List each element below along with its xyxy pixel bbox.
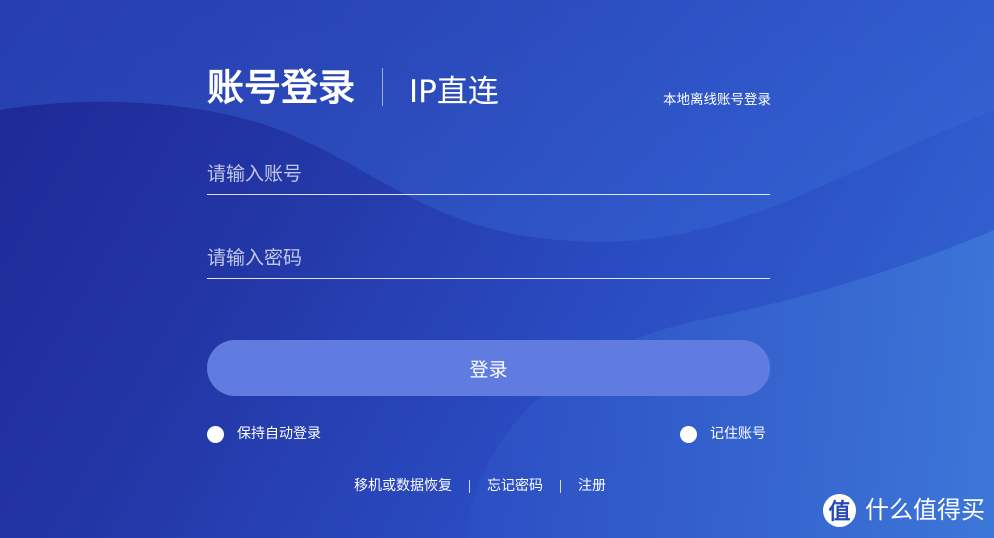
migrate-restore-link[interactable]: 移机或数据恢复	[354, 476, 452, 496]
radio-button-icon[interactable]	[680, 425, 697, 443]
login-button[interactable]: 登录	[207, 340, 770, 396]
password-field	[207, 238, 770, 279]
login-panel: 账号登录 IP直连 本地离线账号登录 登录 保持自动登录 记住账号 移机或数据恢…	[0, 0, 994, 538]
tab-divider	[382, 68, 383, 106]
offline-login-link[interactable]: 本地离线账号登录	[650, 90, 771, 110]
remember-account-label: 记住账号	[710, 426, 766, 442]
bottom-links: 移机或数据恢复 忘记密码 注册	[354, 476, 606, 496]
tab-account-login[interactable]: 账号登录	[207, 64, 355, 112]
radio-button-icon[interactable]	[207, 425, 224, 443]
account-input[interactable]	[207, 154, 770, 194]
auto-login-option[interactable]: 保持自动登录	[207, 424, 321, 444]
forgot-password-link[interactable]: 忘记密码	[487, 476, 543, 496]
account-field	[207, 154, 770, 195]
register-link[interactable]: 注册	[578, 476, 606, 496]
password-input[interactable]	[207, 238, 770, 278]
link-separator	[469, 479, 470, 493]
tab-ip-direct[interactable]: IP直连	[409, 70, 499, 114]
auto-login-label: 保持自动登录	[237, 426, 321, 442]
link-separator	[560, 479, 561, 493]
remember-account-option[interactable]: 记住账号	[680, 424, 766, 444]
